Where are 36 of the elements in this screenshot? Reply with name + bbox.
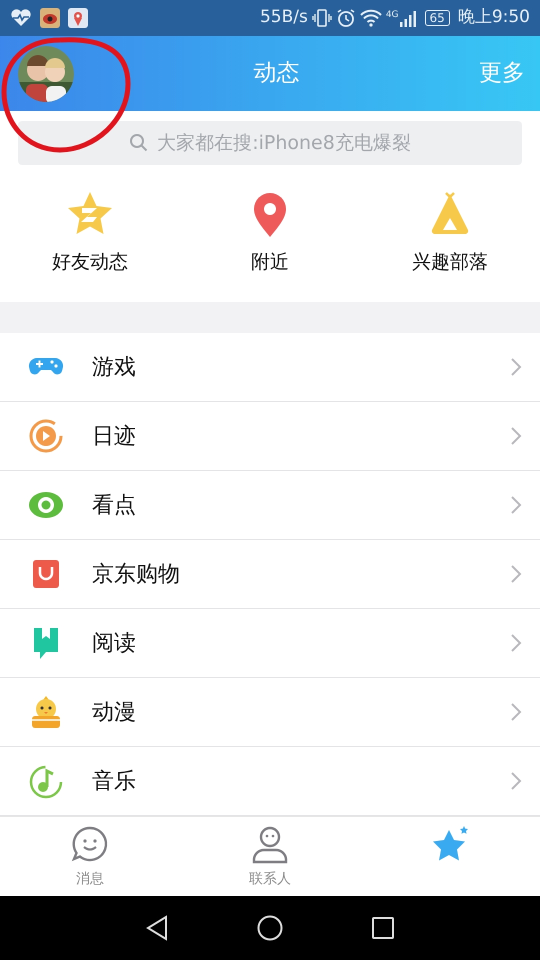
chevron-right-icon xyxy=(510,702,522,722)
search-icon xyxy=(129,133,150,153)
menu-item[interactable]: 京东购物 xyxy=(0,540,540,609)
play-circle-icon xyxy=(28,418,64,454)
shortcut-item[interactable]: 好友动态 xyxy=(0,190,180,277)
page-title: 动态 xyxy=(254,60,300,86)
chevron-right-icon xyxy=(510,357,522,377)
menu-item[interactable]: 音乐 xyxy=(0,747,540,816)
chevron-right-icon xyxy=(510,495,522,515)
music-note-icon xyxy=(28,763,64,799)
menu-item[interactable]: 看点 xyxy=(0,471,540,540)
menu-item[interactable]: 阅读 xyxy=(0,609,540,678)
map-pin-app-icon xyxy=(68,8,88,28)
network-speed: 55B/s xyxy=(260,6,308,30)
menu-item[interactable]: 日迹 xyxy=(0,402,540,471)
back-icon[interactable] xyxy=(145,915,169,941)
network-type-label: 4G xyxy=(386,9,399,22)
chevron-right-icon xyxy=(510,564,522,584)
person-icon xyxy=(250,825,290,865)
shortcut-item[interactable]: 兴趣部落 xyxy=(360,190,540,277)
recents-icon[interactable] xyxy=(371,916,395,940)
menu-item[interactable]: 游戏 xyxy=(0,333,540,402)
home-icon[interactable] xyxy=(257,915,283,941)
chevron-right-icon xyxy=(510,771,522,791)
chevron-right-icon xyxy=(510,633,522,653)
shortcut-item[interactable]: 附近 xyxy=(180,190,360,277)
wifi-icon xyxy=(360,9,382,27)
menu-item[interactable]: 动漫 xyxy=(0,678,540,747)
alarm-icon xyxy=(336,8,356,28)
status-time: 晚上9:50 xyxy=(458,6,530,30)
eye-app-icon xyxy=(40,8,60,28)
heartbeat-icon xyxy=(10,9,32,27)
signal-icon xyxy=(398,9,417,27)
chevron-right-icon xyxy=(510,426,522,446)
battery-indicator: 65 xyxy=(424,10,450,26)
vibrate-icon xyxy=(312,8,332,28)
